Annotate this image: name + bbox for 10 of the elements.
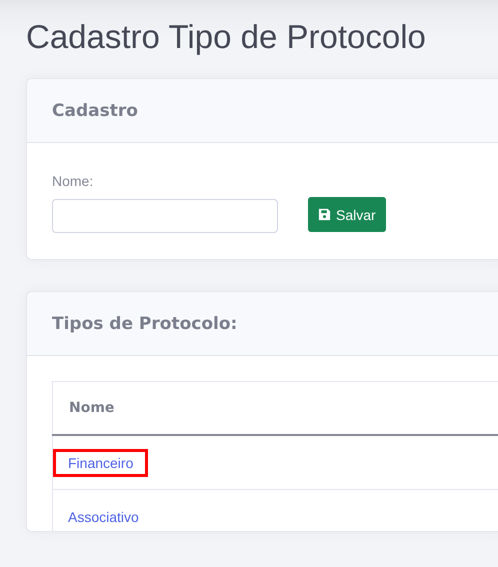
page-title: Cadastro Tipo de Protocolo	[26, 17, 427, 57]
card-title: Tipos de Protocolo:	[52, 314, 238, 334]
save-button[interactable]: Salvar	[308, 197, 386, 232]
name-link[interactable]: Financeiro	[53, 448, 148, 476]
name-link[interactable]: Associativo	[53, 502, 154, 530]
field-label: Nome:	[52, 173, 94, 189]
card-title: Cadastro	[52, 100, 138, 120]
name-input[interactable]	[52, 199, 278, 233]
save-icon	[318, 208, 331, 221]
column-header: Nome	[52, 382, 498, 435]
